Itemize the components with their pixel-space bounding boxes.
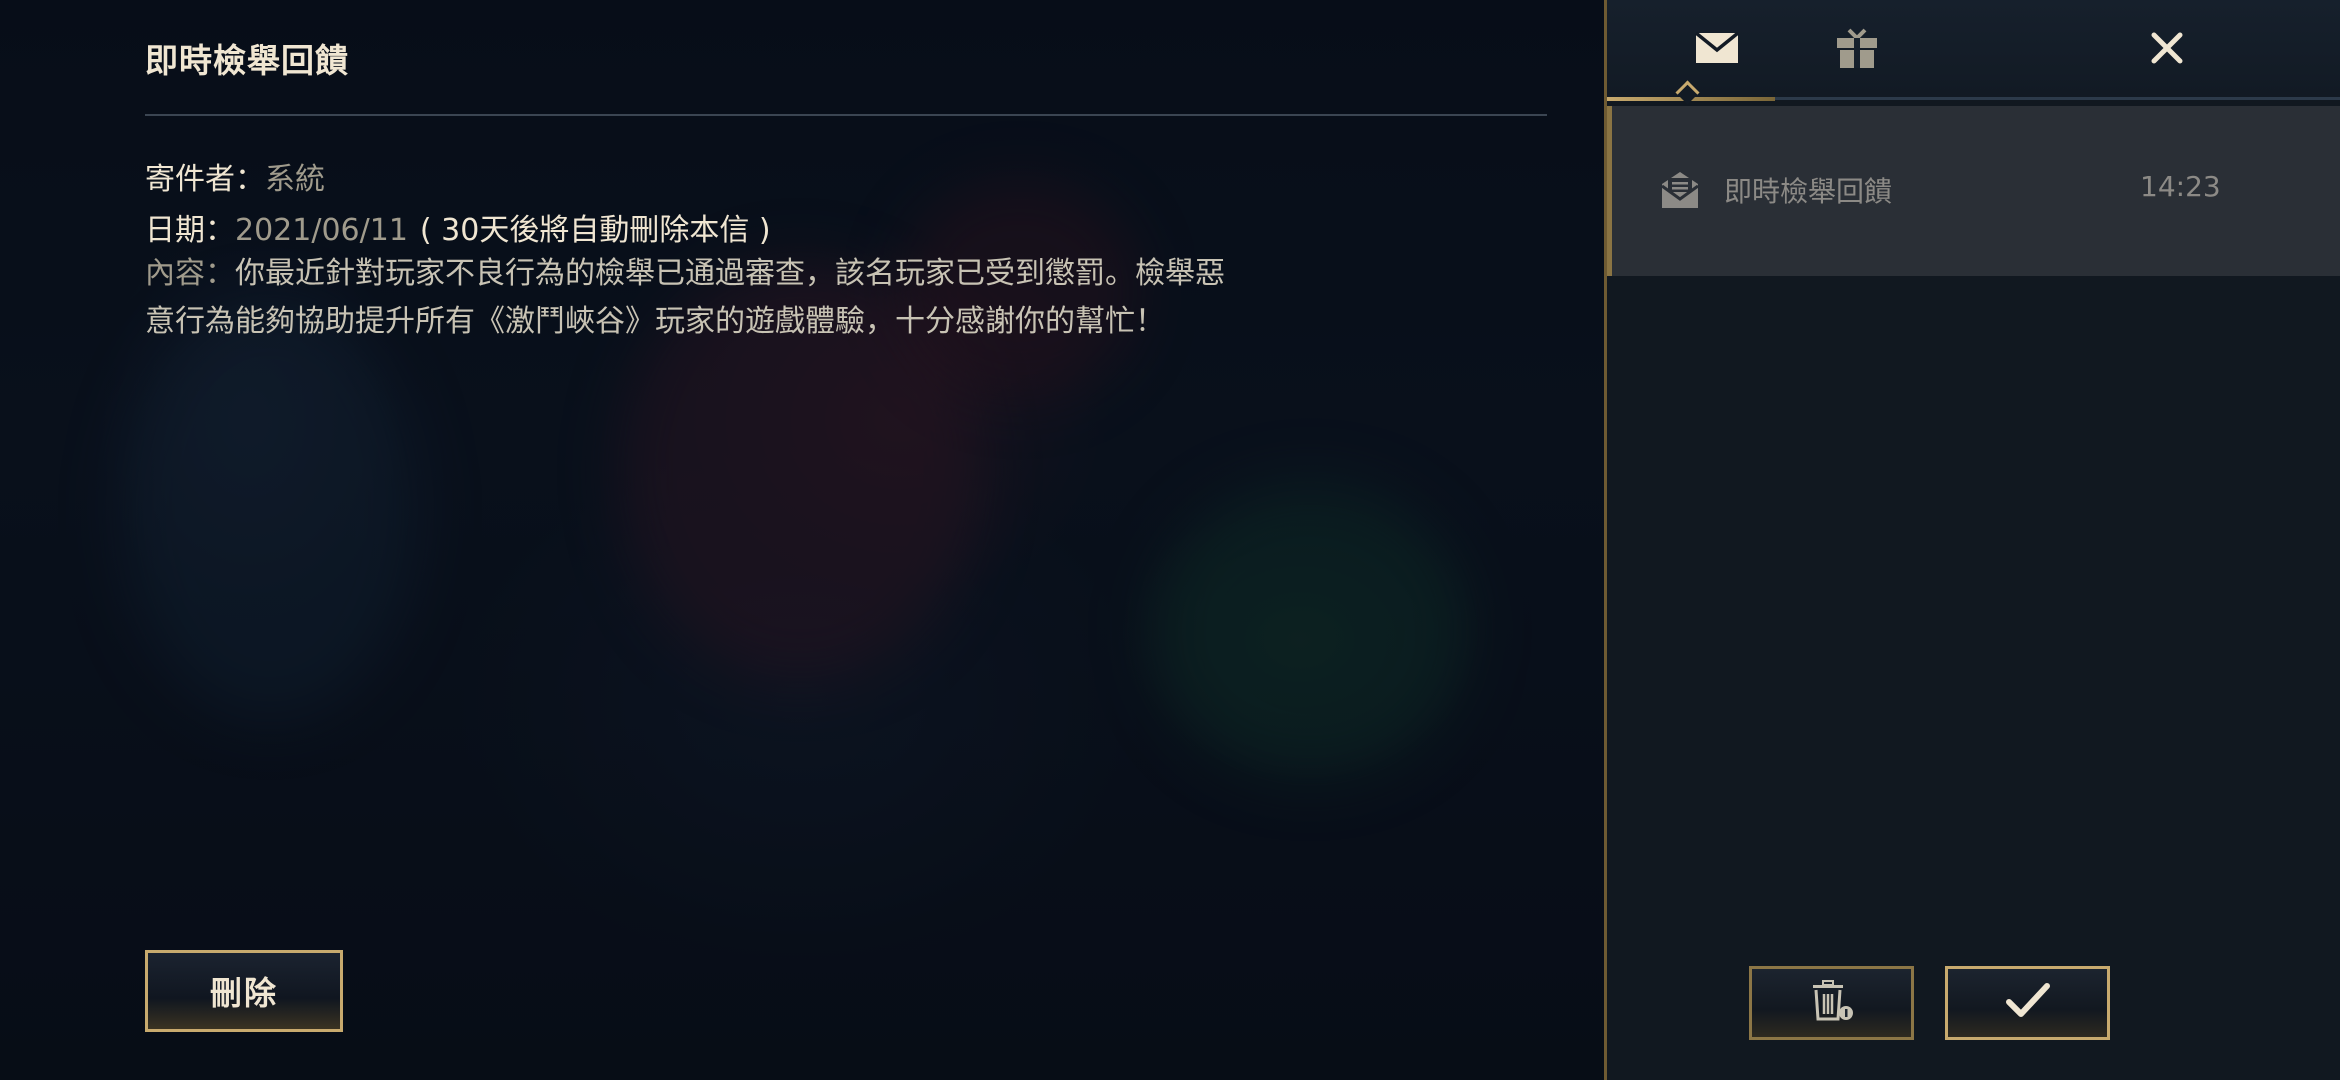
delete-button[interactable]: 刪除 [145,950,343,1032]
sender-row: 寄件者：系統 [145,154,325,198]
close-icon [2150,31,2184,69]
close-button[interactable] [2139,22,2195,78]
content-label: 內容： [145,256,235,291]
mail-content: 內容：你最近針對玩家不良行為的檢舉已通過審查，該名玩家已受到懲罰。檢舉惡意行為能… [145,250,1245,346]
mail-detail: 即時檢舉回饋 寄件者：系統 日期：2021/06/11 ( 30天後將自動刪除本信… [145,0,1547,1080]
mail-list-item[interactable]: 即時檢舉回饋 14:23 [1607,106,2340,276]
delete-read-button[interactable] [1749,966,1914,1040]
open-envelope-icon [1658,170,1702,214]
date-label: 日期： [145,213,235,248]
date-row: 日期：2021/06/11 ( 30天後將自動刪除本信 ) [145,205,771,249]
date-value: 2021/06/11 [235,213,408,248]
checkmark-icon [2005,982,2051,1024]
sender-value: 系統 [265,162,325,197]
mail-item-time: 14:23 [2140,170,2221,203]
content-text: 你最近針對玩家不良行為的檢舉已通過審查，該名玩家已受到懲罰。檢舉惡意行為能夠協助… [145,256,1225,339]
mail-title: 即時檢舉回饋 [145,41,349,80]
title-divider [145,114,1547,116]
confirm-button[interactable] [1945,966,2110,1040]
mail-panel: 即時檢舉回饋 14:23 [1604,0,2340,1080]
mail-screen: 即時檢舉回饋 寄件者：系統 日期：2021/06/11 ( 30天後將自動刪除本信… [0,0,2340,1080]
mail-item-subject: 即時檢舉回饋 [1724,175,1893,208]
sender-label: 寄件者： [145,162,265,197]
trash-icon [1809,979,1855,1027]
tab-mail[interactable] [1637,0,1797,100]
tab-gift[interactable] [1777,0,1937,100]
mail-tabbar [1607,0,2340,105]
envelope-icon [1694,31,1740,69]
gift-icon [1835,26,1879,74]
auto-delete-note: ( 30天後將自動刪除本信 ) [419,213,771,248]
